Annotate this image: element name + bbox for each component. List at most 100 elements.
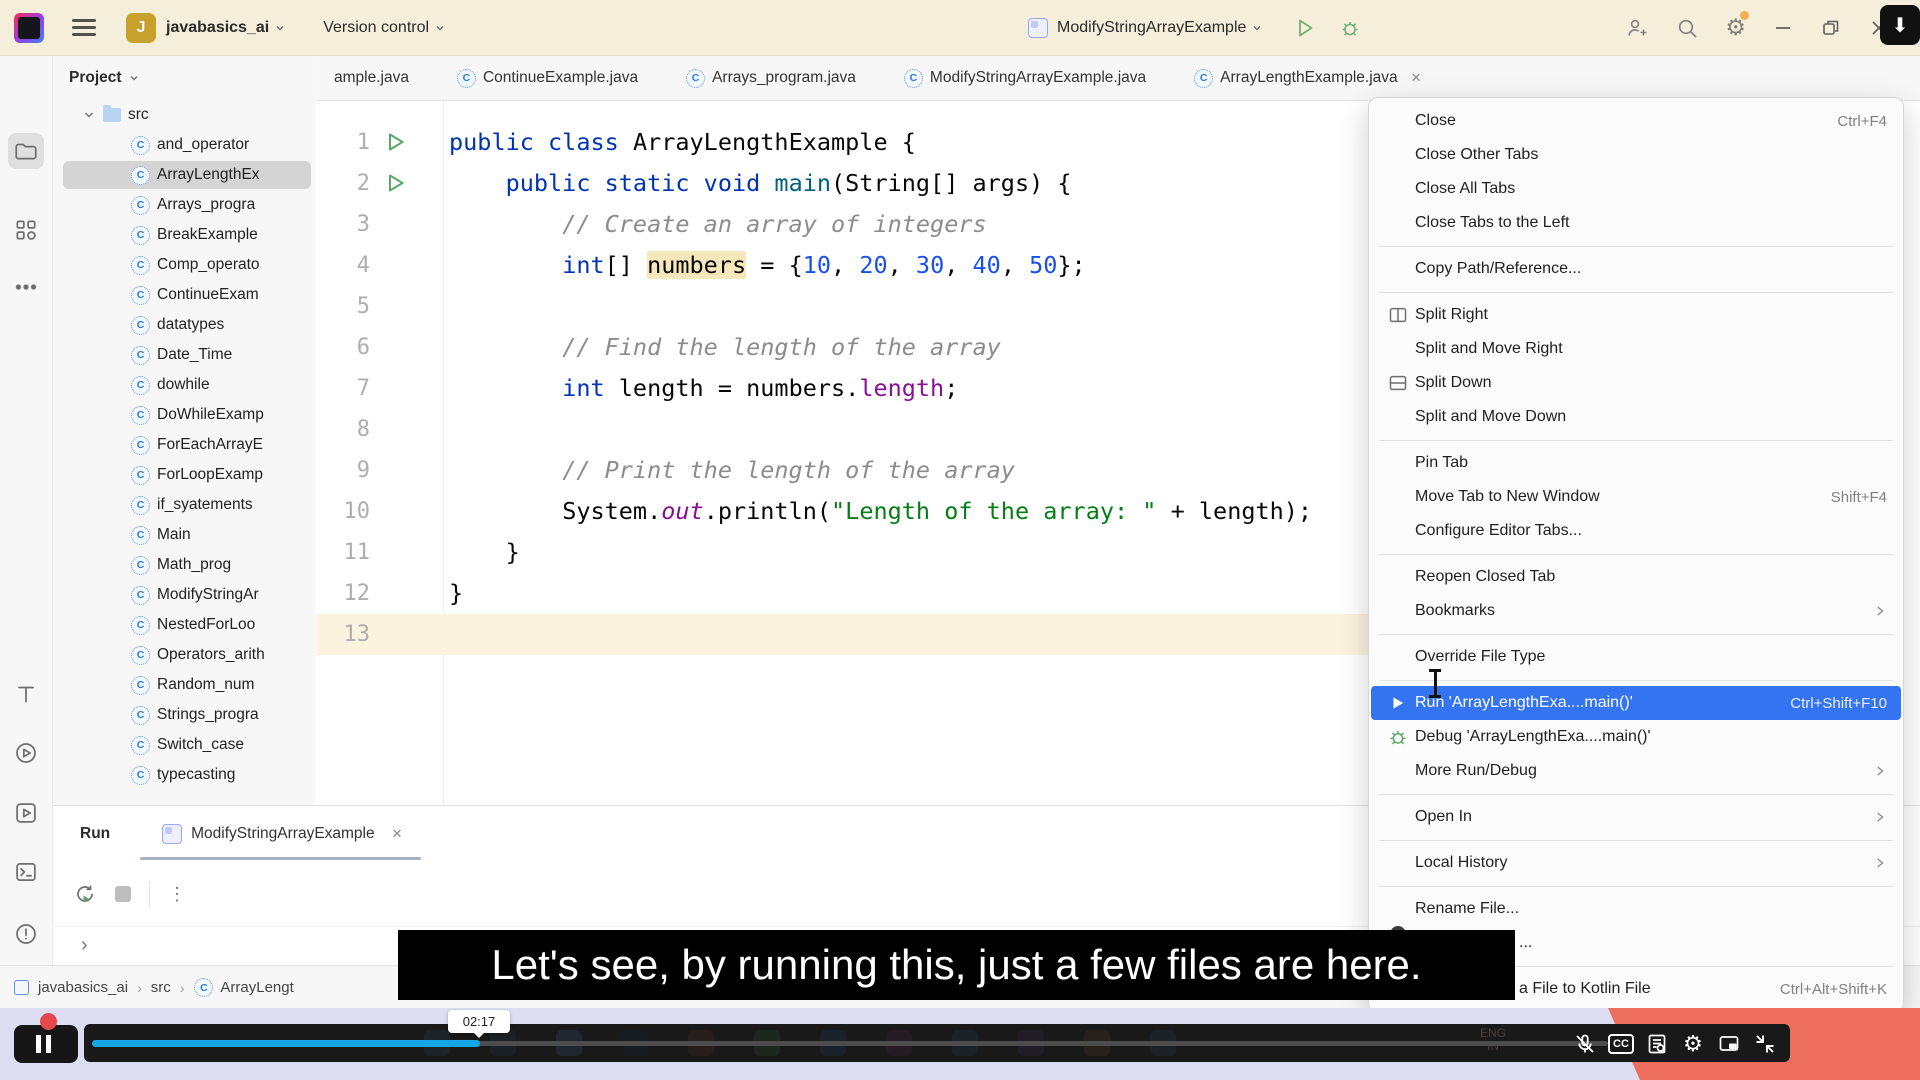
close-icon[interactable]: ✕ <box>1411 70 1422 86</box>
more-icon[interactable] <box>8 269 44 305</box>
tree-item-and_operator[interactable]: Cand_operator <box>53 130 315 160</box>
video-download-overlay-icon[interactable]: ⬇ <box>1880 5 1920 45</box>
run-gutter-icon[interactable] <box>386 131 406 153</box>
run-gutter-icon[interactable] <box>386 172 406 194</box>
editor-tab-Arrays_program.java[interactable]: CArrays_program.java <box>668 56 886 100</box>
collapse-icon[interactable] <box>1752 1031 1778 1057</box>
menu-item-split-right[interactable]: Split Right <box>1369 298 1903 332</box>
breadcrumb-project[interactable]: javabasics_ai <box>38 979 128 996</box>
menu-item-bookmarks[interactable]: Bookmarks <box>1369 594 1903 628</box>
menu-item-split-and-move-right[interactable]: Split and Move Right <box>1369 332 1903 366</box>
menu-separator <box>1379 634 1893 635</box>
menu-item-local-history[interactable]: Local History <box>1369 846 1903 880</box>
search-icon[interactable] <box>1675 16 1699 40</box>
player-controls: CC ⚙ <box>1572 1031 1778 1057</box>
project-name-widget[interactable]: javabasics_ai <box>166 19 285 37</box>
menu-item-open-in[interactable]: Open In <box>1369 800 1903 834</box>
project-panel-header[interactable]: Project <box>53 56 315 100</box>
add-user-icon[interactable] <box>1625 16 1649 40</box>
close-icon[interactable]: ✕ <box>392 826 403 842</box>
tree-item-Comp_operato[interactable]: CComp_operato <box>53 250 315 280</box>
settings-gear-icon[interactable]: ⚙ <box>1725 14 1746 41</box>
tree-item-src[interactable]: src <box>53 100 315 130</box>
menu-item-pin-tab[interactable]: Pin Tab <box>1369 446 1903 480</box>
tree-item-NestedForLoo[interactable]: CNestedForLoo <box>53 610 315 640</box>
tree-item-ModifyStringAr[interactable]: CModifyStringAr <box>53 580 315 610</box>
tree-item-Math_prog[interactable]: CMath_prog <box>53 550 315 580</box>
captions-icon[interactable]: CC <box>1608 1031 1634 1057</box>
menu-item-move-tab-to-new-window[interactable]: Move Tab to New WindowShift+F4 <box>1369 480 1903 514</box>
menu-item-override-file-type[interactable]: Override File Type <box>1369 640 1903 674</box>
tree-item-ForLoopExamp[interactable]: CForLoopExamp <box>53 460 315 490</box>
tree-item-Strings_progra[interactable]: CStrings_progra <box>53 700 315 730</box>
run-window-icon[interactable] <box>8 795 44 831</box>
tree-item-Main[interactable]: CMain <box>53 520 315 550</box>
run-button[interactable] <box>1293 16 1317 40</box>
tree-item-ForEachArrayE[interactable]: CForEachArrayE <box>53 430 315 460</box>
tree-item-dowhile[interactable]: Cdowhile <box>53 370 315 400</box>
breadcrumb-file[interactable]: ArrayLengt <box>220 979 293 996</box>
tree-item-Arrays_progra[interactable]: CArrays_progra <box>53 190 315 220</box>
terminal-icon[interactable] <box>8 854 44 890</box>
stop-button[interactable] <box>115 886 131 902</box>
pause-button[interactable] <box>14 1025 78 1063</box>
menu-item-close-other-tabs[interactable]: Close Other Tabs <box>1369 138 1903 172</box>
pip-icon[interactable] <box>1716 1031 1742 1057</box>
run-config-selector[interactable]: ModifyStringArrayExample <box>1057 19 1262 37</box>
class-icon: C <box>131 766 150 785</box>
menu-item-run-arraylengthexa-main-[interactable]: Run 'ArrayLengthExa....main()'Ctrl+Shift… <box>1371 686 1901 720</box>
menu-item-split-and-move-down[interactable]: Split and Move Down <box>1369 400 1903 434</box>
tree-item-typecasting[interactable]: Ctypecasting <box>53 760 315 790</box>
menu-item-more-run-debug[interactable]: More Run/Debug <box>1369 754 1903 788</box>
menu-item-reopen-closed-tab[interactable]: Reopen Closed Tab <box>1369 560 1903 594</box>
menu-item-close[interactable]: CloseCtrl+F4 <box>1369 104 1903 138</box>
subtitle-overlay: Let's see, by running this, just a few f… <box>398 930 1515 1000</box>
editor-tab-ModifyStringArrayExample.java[interactable]: CModifyStringArrayExample.java <box>886 56 1176 100</box>
more-options-icon[interactable]: ⋮ <box>168 884 186 905</box>
menu-item-rename-file-[interactable]: Rename File... <box>1369 892 1903 926</box>
editor-tab-ample.java[interactable]: ample.java <box>316 56 439 100</box>
tree-item-if_syatements[interactable]: Cif_syatements <box>53 490 315 520</box>
run-circle-icon[interactable] <box>8 735 44 771</box>
transcript-icon[interactable] <box>1644 1031 1670 1057</box>
settings-icon[interactable]: ⚙ <box>1680 1031 1706 1057</box>
text-tool-icon[interactable] <box>8 676 44 712</box>
editor-tab-ContinueExample.java[interactable]: CContinueExample.java <box>439 56 668 100</box>
tree-item-Switch_case[interactable]: CSwitch_case <box>53 730 315 760</box>
run-panel-tab[interactable]: ModifyStringArrayExample ✕ <box>162 806 402 862</box>
menu-item-debug-arraylengthexa-main-[interactable]: Debug 'ArrayLengthExa....main()' <box>1369 720 1903 754</box>
tree-item-DoWhileExamp[interactable]: CDoWhileExamp <box>53 400 315 430</box>
class-icon: C <box>131 256 150 275</box>
menu-item-close-all-tabs[interactable]: Close All Tabs <box>1369 172 1903 206</box>
project-folder-icon[interactable] <box>8 133 44 169</box>
code-text: System.out.println("Length of the array:… <box>449 491 1312 532</box>
rerun-button[interactable] <box>73 882 97 906</box>
breadcrumb-src[interactable]: src <box>151 979 171 996</box>
menu-item-close-tabs-to-the-left[interactable]: Close Tabs to the Left <box>1369 206 1903 240</box>
vcs-widget[interactable]: Version control <box>323 19 445 37</box>
menu-item-split-down[interactable]: Split Down <box>1369 366 1903 400</box>
debug-button[interactable] <box>1338 16 1362 40</box>
tree-chevron-icon[interactable] <box>83 109 95 121</box>
editor-tab-bar: ample.javaCContinueExample.javaCArrays_p… <box>316 56 1920 101</box>
tree-item-datatypes[interactable]: Cdatatypes <box>53 310 315 340</box>
tree-item-Random_num[interactable]: CRandom_num <box>53 670 315 700</box>
editor-tab-ArrayLengthExample.java[interactable]: CArrayLengthExample.java✕ <box>1176 56 1451 100</box>
menu-item-copy-path-reference-[interactable]: Copy Path/Reference... <box>1369 252 1903 286</box>
video-timeline[interactable]: ENG IN CC ⚙ <box>84 1024 1790 1062</box>
main-menu-icon[interactable] <box>72 15 96 41</box>
structure-icon[interactable] <box>8 212 44 248</box>
tree-item-BreakExample[interactable]: CBreakExample <box>53 220 315 250</box>
menu-item-label: Open In <box>1415 808 1849 826</box>
tree-item-Date_Time[interactable]: CDate_Time <box>53 340 315 370</box>
minimize-button[interactable] <box>1772 17 1794 39</box>
mic-muted-icon[interactable] <box>1572 1031 1598 1057</box>
restore-button[interactable] <box>1820 17 1842 39</box>
class-icon: C <box>194 978 213 997</box>
tree-item-ContinueExam[interactable]: CContinueExam <box>53 280 315 310</box>
tree-item-ArrayLengthEx[interactable]: CArrayLengthEx <box>53 160 315 190</box>
console-fold-chevron[interactable]: › <box>81 934 88 957</box>
problems-icon[interactable] <box>8 916 44 952</box>
menu-item-configure-editor-tabs-[interactable]: Configure Editor Tabs... <box>1369 514 1903 548</box>
tree-item-Operators_arith[interactable]: COperators_arith <box>53 640 315 670</box>
